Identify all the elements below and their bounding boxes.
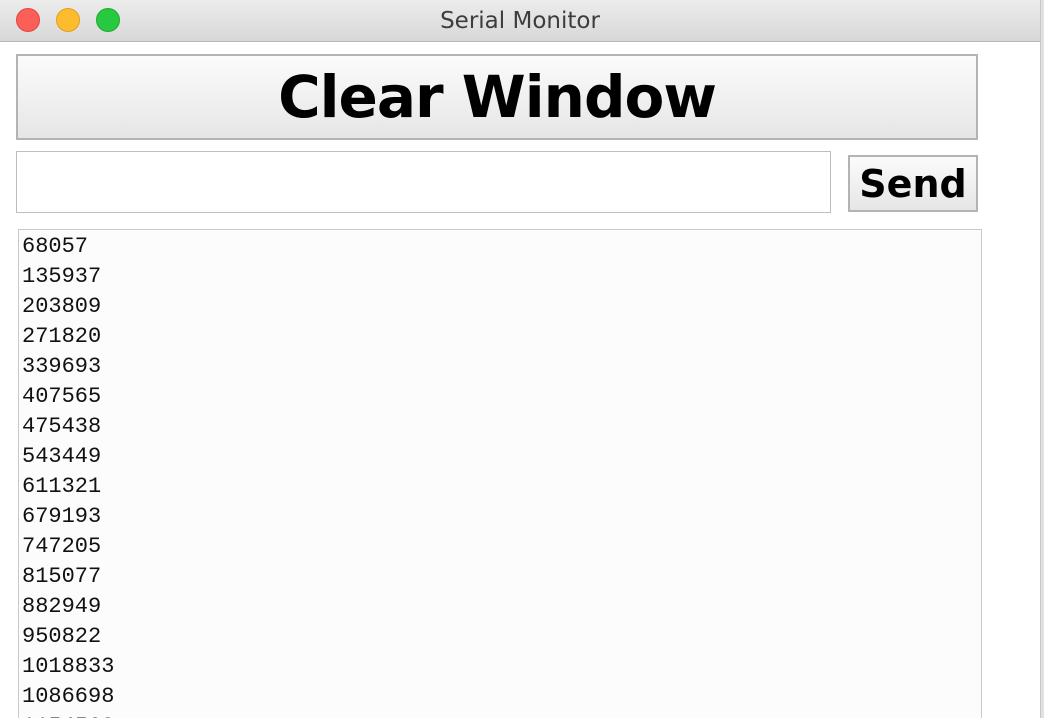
- serial-monitor-window: Serial Monitor Clear Window Send 68057 13…: [0, 0, 1040, 718]
- output-line: 1154568: [22, 712, 981, 718]
- output-line: 882949: [22, 594, 102, 619]
- output-line: 611321: [22, 474, 102, 499]
- output-line: 543449: [22, 444, 102, 469]
- output-line: 475438: [22, 414, 102, 439]
- output-line: 68057: [22, 234, 89, 259]
- output-line: 1086698: [22, 684, 115, 709]
- output-line: 339693: [22, 354, 102, 379]
- output-line: 747205: [22, 534, 102, 559]
- window-title: Serial Monitor: [440, 8, 600, 34]
- output-line: 135937: [22, 264, 102, 289]
- output-line: 407565: [22, 384, 102, 409]
- send-button[interactable]: Send: [848, 155, 978, 212]
- output-line: 815077: [22, 564, 102, 589]
- output-line: 950822: [22, 624, 102, 649]
- background-window-edge: [1040, 0, 1044, 718]
- send-input[interactable]: [16, 151, 831, 213]
- output-line: 271820: [22, 324, 102, 349]
- output-line: 1018833: [22, 654, 115, 679]
- title-bar[interactable]: Serial Monitor: [0, 0, 1040, 42]
- output-line: 203809: [22, 294, 102, 319]
- output-line: 679193: [22, 504, 102, 529]
- clear-window-button[interactable]: Clear Window: [16, 54, 978, 140]
- serial-output-area[interactable]: 68057 135937 203809 271820 339693 407565 47543…: [18, 229, 982, 718]
